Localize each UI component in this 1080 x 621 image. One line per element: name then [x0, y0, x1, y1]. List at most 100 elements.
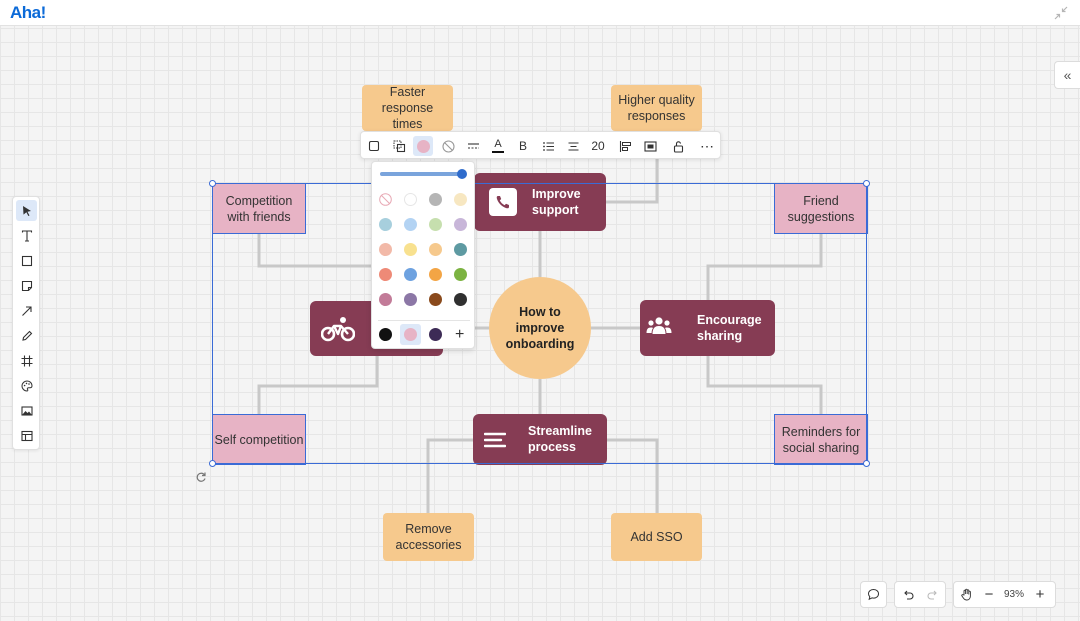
node-label: Higher quality responses: [618, 93, 695, 123]
no-border-button[interactable]: [438, 136, 458, 156]
arrow-tool-button[interactable]: [16, 300, 37, 321]
more-options-button[interactable]: ⋯: [697, 136, 717, 156]
group-style-button[interactable]: [389, 136, 409, 156]
square-icon: [368, 140, 380, 152]
color-palette-popover: +: [371, 161, 475, 349]
align-objects-button[interactable]: [615, 136, 635, 156]
node-label: Faster response times: [381, 85, 434, 131]
color-tool-button[interactable]: [16, 375, 37, 396]
redo-icon: [927, 590, 937, 600]
lock-button[interactable]: [668, 136, 688, 156]
zoom-level[interactable]: 93%: [999, 582, 1029, 607]
color-swatch[interactable]: [404, 293, 417, 306]
node-label: Add SSO: [630, 530, 683, 544]
opacity-slider-track[interactable]: [380, 172, 464, 176]
fill-color-swatch: [416, 139, 430, 153]
align-left-icon: [619, 140, 631, 152]
color-swatch[interactable]: [379, 243, 392, 256]
recent-color-swatch[interactable]: [429, 328, 442, 341]
text-color-button[interactable]: A: [488, 136, 508, 156]
shape-style-button[interactable]: [364, 136, 384, 156]
select-tool-button[interactable]: [16, 200, 37, 221]
undo-button[interactable]: [895, 582, 920, 607]
fill-color-button[interactable]: [413, 136, 433, 156]
table-icon: [20, 430, 33, 441]
list-icon: [542, 141, 554, 151]
line-style-icon: [467, 142, 479, 149]
text-tool-button[interactable]: [16, 225, 37, 246]
resize-handle-bottom-right[interactable]: [863, 460, 870, 467]
zoom-in-button[interactable]: +: [1029, 582, 1051, 607]
selection-box[interactable]: [212, 183, 867, 464]
align-center-icon: [568, 142, 578, 150]
recent-color-swatch[interactable]: [379, 328, 392, 341]
undo-icon: [903, 590, 913, 600]
text-icon: [21, 229, 32, 242]
comment-button[interactable]: [861, 582, 886, 607]
pen-tool-button[interactable]: [16, 325, 37, 346]
color-swatch[interactable]: [429, 268, 442, 281]
color-swatch[interactable]: [454, 293, 467, 306]
image-fill-button[interactable]: [640, 136, 660, 156]
border-style-button[interactable]: [463, 136, 483, 156]
color-swatch[interactable]: [429, 193, 442, 206]
image-tool-button[interactable]: [16, 400, 37, 421]
unlock-icon: [673, 140, 683, 153]
color-swatch[interactable]: [429, 293, 442, 306]
square-icon: [21, 255, 32, 266]
node-faster-response-times[interactable]: Faster response times: [362, 85, 453, 131]
arrow-icon: [21, 305, 32, 316]
cursor-icon: [22, 205, 31, 216]
resize-handle-bottom-left[interactable]: [209, 460, 216, 467]
image-icon: [643, 140, 657, 152]
sticky-note-icon: [21, 280, 32, 291]
color-swatch[interactable]: [429, 218, 442, 231]
color-swatch[interactable]: [379, 268, 392, 281]
left-toolbar: [12, 196, 40, 450]
copy-shape-icon: [393, 140, 405, 152]
bold-button[interactable]: B: [513, 136, 533, 156]
image-icon: [20, 405, 33, 416]
bullet-list-button[interactable]: [538, 136, 558, 156]
recent-color-swatch[interactable]: [404, 328, 417, 341]
add-color-button[interactable]: +: [455, 327, 464, 343]
zoom-group: − 93% +: [953, 581, 1056, 608]
font-size-button[interactable]: 20: [587, 136, 609, 156]
color-swatch[interactable]: [454, 268, 467, 281]
zoom-out-button[interactable]: −: [979, 582, 999, 607]
comment-icon: [867, 588, 880, 601]
color-swatch[interactable]: [454, 218, 467, 231]
text-align-button[interactable]: [563, 136, 583, 156]
node-add-sso[interactable]: Add SSO: [611, 513, 702, 561]
pan-button[interactable]: [954, 582, 979, 607]
bold-letter: B: [518, 139, 527, 153]
color-swatch[interactable]: [454, 193, 467, 206]
node-higher-quality-responses[interactable]: Higher quality responses: [611, 85, 702, 131]
color-swatch[interactable]: [379, 218, 392, 231]
color-swatch[interactable]: [429, 243, 442, 256]
sticky-note-tool-button[interactable]: [16, 275, 37, 296]
format-toolbar: A B 20 ⋯: [360, 131, 721, 159]
shape-tool-button[interactable]: [16, 250, 37, 271]
rotate-icon[interactable]: [195, 471, 207, 483]
text-color-bar: [492, 151, 504, 153]
table-tool-button[interactable]: [16, 425, 37, 446]
no-color-swatch[interactable]: [379, 193, 392, 206]
history-group: [894, 581, 946, 608]
more-icon: ⋯: [700, 137, 714, 154]
palette-icon: [21, 379, 33, 392]
resize-handle-top-left[interactable]: [209, 180, 216, 187]
redo-button[interactable]: [920, 582, 945, 607]
hand-icon: [961, 588, 971, 601]
opacity-slider-thumb[interactable]: [457, 169, 467, 179]
node-remove-accessories[interactable]: Remove accessories: [383, 513, 474, 561]
color-swatch[interactable]: [379, 293, 392, 306]
color-swatch[interactable]: [454, 243, 467, 256]
frame-tool-button[interactable]: [16, 350, 37, 371]
color-swatch[interactable]: [404, 268, 417, 281]
color-swatch[interactable]: [404, 243, 417, 256]
comments-group: [860, 581, 887, 608]
color-swatch[interactable]: [404, 218, 417, 231]
resize-handle-top-right[interactable]: [863, 180, 870, 187]
color-swatch[interactable]: [404, 193, 417, 206]
